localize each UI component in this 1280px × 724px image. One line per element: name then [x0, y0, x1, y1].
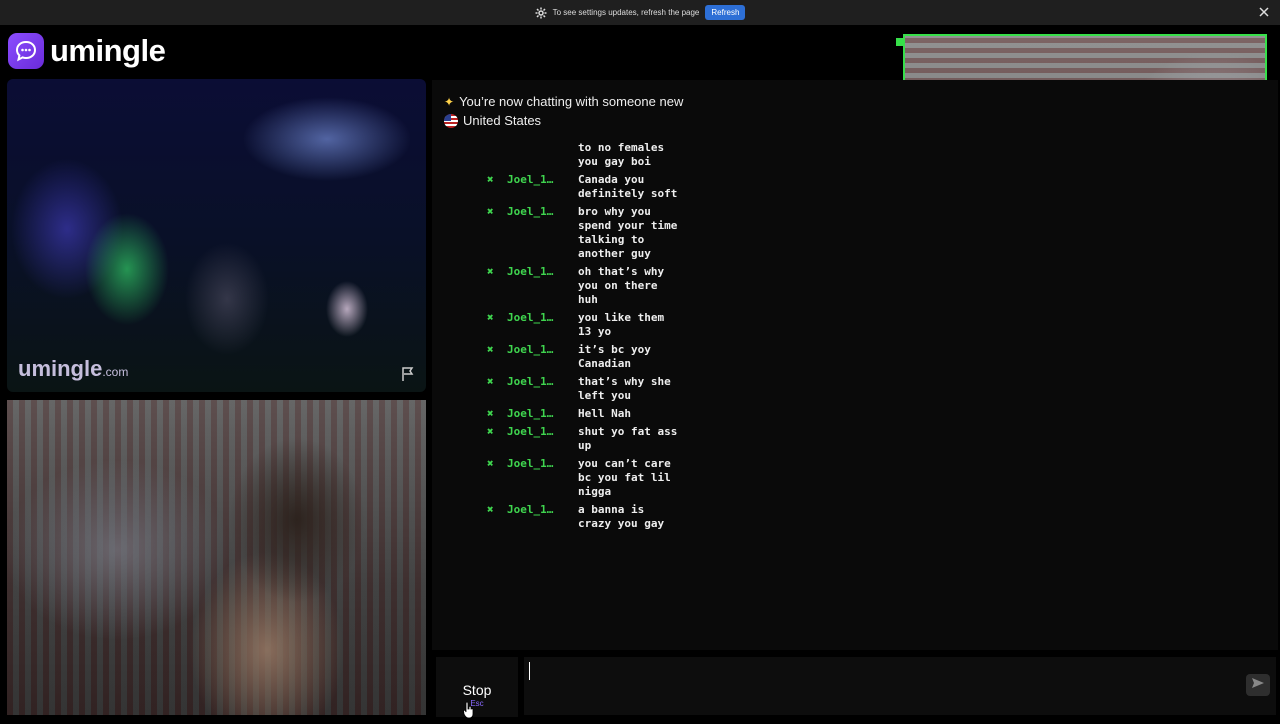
send-icon [1251, 676, 1265, 695]
sender-icon: ✖ [487, 343, 494, 356]
chat-message: ✖ Joel_1… you like them 13 yo [487, 311, 787, 339]
video-watermark: umingle.com [18, 356, 128, 382]
message-text: oh that’s why you on there huh [578, 265, 665, 306]
sender-icon: ✖ [487, 503, 494, 516]
chat-status: You’re now chatting with someone new [459, 94, 684, 109]
stranger-video: umingle.com [7, 79, 426, 392]
us-flag-icon [444, 113, 458, 128]
sender-icon: ✖ [487, 375, 494, 388]
self-video [7, 400, 426, 715]
message-text: you like them 13 yo [578, 311, 665, 338]
sender-icon: ✖ [487, 265, 494, 278]
sparkle-icon: ✦ [444, 94, 455, 109]
sender-icon: ✖ [487, 205, 494, 218]
message-text: you can’t care bc you fat lil nigga [578, 457, 671, 498]
message-text: that’s why she left you [578, 375, 671, 402]
sender-icon [487, 141, 507, 169]
message-sender[interactable]: Joel_1… [507, 425, 578, 453]
close-icon[interactable] [1258, 6, 1270, 18]
sender-icon: ✖ [487, 425, 494, 438]
chat-message: to no females you gay boi [487, 141, 787, 169]
chat-message: ✖ Joel_1… a banna is crazy you gay [487, 503, 787, 531]
message-text: Hell Nah [578, 407, 631, 420]
message-text: to no females you gay boi [578, 141, 665, 168]
message-sender[interactable]: Joel_1… [507, 375, 578, 403]
message-list: to no females you gay boi ✖ Joel_1… Canada… [487, 141, 787, 535]
chat-message: ✖ Joel_1… bro why you spend your time talk… [487, 205, 787, 261]
message-text: shut yo fat ass up [578, 425, 678, 452]
chat-message: ✖ Joel_1… oh that’s why you on there huh [487, 265, 787, 307]
chat-message: ✖ Joel_1… Hell Nah [487, 407, 787, 421]
sender-icon: ✖ [487, 173, 494, 186]
message-text: Canada you definitely soft [578, 173, 678, 200]
message-sender[interactable]: Joel_1… [507, 265, 578, 307]
stop-shortcut: Esc [470, 699, 484, 708]
watermark-domain: .com [102, 365, 129, 379]
chat-panel: ✦ You’re now chatting with someone new U… [432, 80, 1278, 650]
message-sender[interactable]: Joel_1… [507, 173, 578, 201]
sender-icon: ✖ [487, 457, 494, 470]
brand-logo[interactable]: umingle [8, 32, 166, 70]
message-input[interactable] [524, 657, 1276, 715]
message-sender[interactable]: Joel_1… [507, 311, 578, 339]
message-text: it’s bc yoy Canadian [578, 343, 651, 370]
stop-label: Stop [462, 682, 492, 698]
text-caret [529, 662, 530, 680]
chat-message: ✖ Joel_1… you can’t care bc you fat lil ni… [487, 457, 787, 499]
sender-icon: ✖ [487, 311, 494, 324]
message-sender[interactable]: Joel_1… [507, 343, 578, 371]
message-text: bro why you spend your time talking to a… [578, 205, 678, 260]
settings-notification-bar: To see settings updates, refresh the pag… [0, 0, 1280, 25]
brand-name: umingle [50, 33, 166, 68]
notification-message: To see settings updates, refresh the pag… [552, 8, 700, 17]
flag-icon[interactable] [400, 366, 416, 382]
chat-message: ✖ Joel_1… it’s bc yoy Canadian [487, 343, 787, 371]
chat-message: ✖ Joel_1… shut yo fat ass up [487, 425, 787, 453]
chat-bubble-icon [8, 33, 44, 69]
stop-button[interactable]: Stop Esc [436, 657, 518, 717]
sender-icon: ✖ [487, 407, 494, 420]
chat-header: ✦ You’re now chatting with someone new U… [444, 92, 683, 130]
message-text: a banna is crazy you gay [578, 503, 665, 530]
message-sender[interactable]: Joel_1… [507, 407, 578, 421]
send-button[interactable] [1246, 674, 1270, 696]
refresh-button[interactable]: Refresh [705, 5, 746, 20]
watermark-name: umingle [18, 356, 103, 381]
message-sender[interactable]: Joel_1… [507, 457, 578, 499]
mouse-cursor-icon [463, 701, 475, 719]
gear-icon [535, 7, 547, 19]
chat-message: ✖ Joel_1… that’s why she left you [487, 375, 787, 403]
message-sender[interactable]: Joel_1… [507, 503, 578, 531]
stranger-country: United States [463, 113, 542, 128]
resize-handle[interactable] [896, 38, 904, 46]
chat-message: ✖ Joel_1… Canada you definitely soft [487, 173, 787, 201]
message-sender[interactable]: Joel_1… [507, 205, 578, 261]
message-sender [507, 141, 578, 169]
